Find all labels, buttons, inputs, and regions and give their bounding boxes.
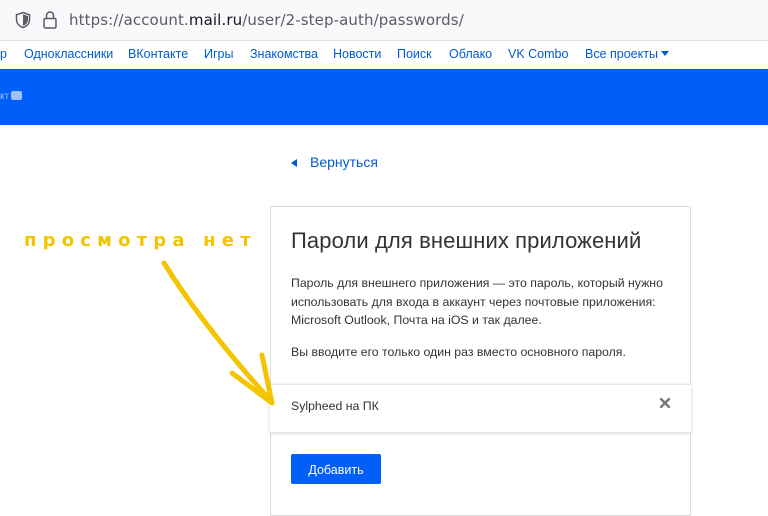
portal-nav-item-vkontakte[interactable]: ВКонтакте — [128, 47, 188, 61]
brand-text: кт — [0, 91, 10, 102]
portal-nav-item-vk-combo[interactable]: VK Combo — [508, 47, 568, 61]
annotation-text: просмотра нет — [24, 230, 257, 251]
portal-nav-item-cut[interactable]: р — [0, 47, 7, 61]
shield-icon[interactable] — [14, 11, 32, 29]
portal-nav-item-news[interactable]: Новости — [333, 47, 381, 61]
url-prefix: https://account. — [69, 11, 189, 29]
portal-nav-item-odnoklassniki[interactable]: Одноклассники — [24, 47, 113, 61]
description-text: Пароль для внешнего приложения — это пар… — [291, 276, 663, 327]
annotation-arrow — [161, 260, 275, 406]
portal-nav-item-games[interactable]: Игры — [204, 47, 233, 61]
header-brand[interactable]: кт — [0, 91, 23, 102]
portal-nav: р Одноклассники ВКонтакте Игры Знакомств… — [0, 41, 768, 69]
url-domain: mail.ru — [188, 11, 243, 29]
page-title: Пароли для внешних приложений — [291, 228, 642, 253]
back-link-label: Вернуться — [310, 154, 378, 170]
close-icon[interactable] — [659, 397, 671, 409]
password-name: Sylpheed на ПК — [291, 399, 379, 413]
vk-logo-icon — [11, 91, 23, 100]
password-list-item: Sylpheed на ПК — [270, 384, 691, 432]
account-header: кт — [0, 69, 768, 125]
app-passwords-card: Пароли для внешних приложений Пароль для… — [270, 206, 691, 516]
url-text[interactable]: https://account.mail.ru/user/2-step-auth… — [69, 10, 464, 30]
url-path: /user/2-step-auth/passwords/ — [242, 11, 464, 29]
arrow-left-icon — [291, 159, 297, 167]
portal-nav-item-search[interactable]: Поиск — [397, 47, 432, 61]
portal-nav-item-all-projects[interactable]: Все проекты — [585, 47, 669, 61]
lock-icon[interactable] — [42, 10, 58, 30]
all-projects-label: Все проекты — [585, 47, 658, 61]
portal-nav-item-dating[interactable]: Знакомства — [250, 47, 318, 61]
add-button[interactable]: Добавить — [291, 454, 381, 484]
back-link[interactable]: Вернуться — [291, 154, 378, 170]
browser-url-bar[interactable]: https://account.mail.ru/user/2-step-auth… — [0, 0, 768, 41]
portal-nav-item-cloud[interactable]: Облако — [449, 47, 492, 61]
note-text: Вы вводите его только один раз вместо ос… — [291, 345, 626, 359]
caret-down-icon — [660, 51, 669, 56]
